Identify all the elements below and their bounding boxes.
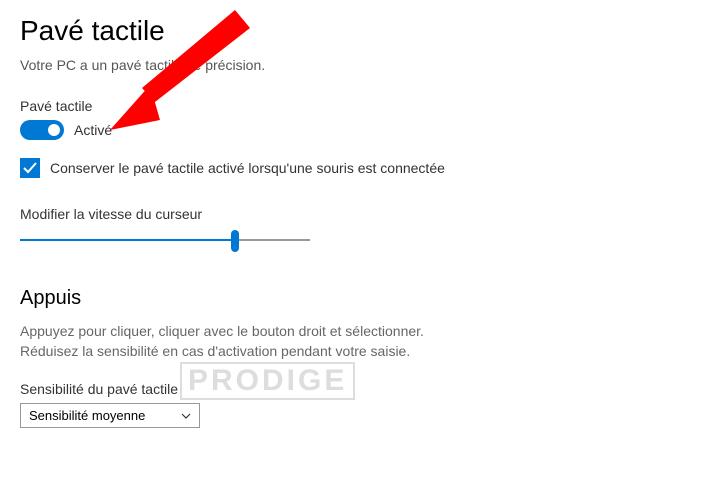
cursor-speed-slider[interactable] xyxy=(20,228,310,252)
cursor-speed-label: Modifier la vitesse du curseur xyxy=(20,206,682,222)
page-title: Pavé tactile xyxy=(20,15,682,47)
sensitivity-select[interactable]: Sensibilité moyenne xyxy=(20,403,200,428)
keep-with-mouse-label: Conserver le pavé tactile activé lorsqu'… xyxy=(50,160,445,176)
page-subtitle: Votre PC a un pavé tactile de précision. xyxy=(20,57,682,73)
chevron-down-icon xyxy=(181,411,191,421)
sensitivity-label: Sensibilité du pavé tactile xyxy=(20,381,682,397)
keep-with-mouse-checkbox[interactable] xyxy=(20,158,40,178)
slider-thumb[interactable] xyxy=(231,230,239,252)
taps-heading: Appuis xyxy=(20,287,682,310)
taps-description: Appuyez pour cliquer, cliquer avec le bo… xyxy=(20,322,682,361)
sensitivity-selected-value: Sensibilité moyenne xyxy=(29,408,145,423)
touchpad-label: Pavé tactile xyxy=(20,98,682,114)
slider-fill xyxy=(20,239,235,241)
check-icon xyxy=(22,160,38,176)
touchpad-toggle-state: Activé xyxy=(74,122,112,138)
touchpad-toggle[interactable] xyxy=(20,120,64,140)
